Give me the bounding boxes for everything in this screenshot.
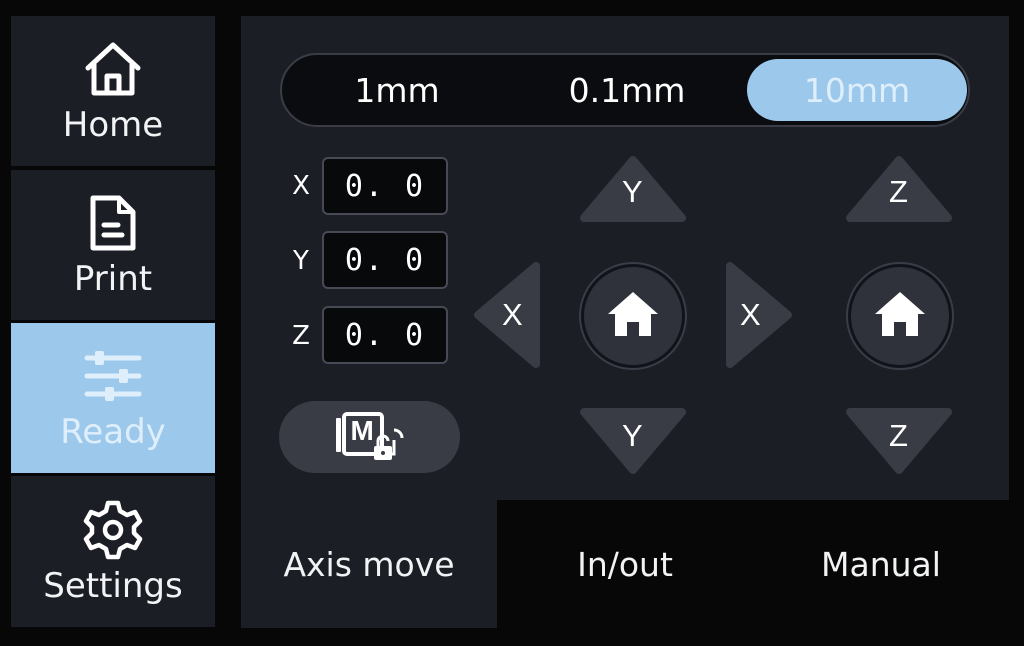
jog-y-minus-label: Y — [622, 418, 643, 453]
sidebar-item-label: Print — [73, 259, 153, 299]
coord-value-z: 0. 0 — [322, 306, 448, 364]
step-size-selector: 1mm 0.1mm 10mm — [280, 53, 970, 127]
sidebar-item-print[interactable]: Print — [11, 170, 215, 320]
gear-icon — [81, 498, 145, 562]
sidebar-item-settings[interactable]: Settings — [11, 476, 215, 627]
tab-in-out[interactable]: In/out — [497, 500, 753, 628]
sidebar-item-home[interactable]: Home — [11, 16, 215, 166]
sliders-icon — [81, 344, 145, 408]
tab-manual[interactable]: Manual — [753, 500, 1009, 628]
motor-unlock-icon: M — [334, 410, 406, 464]
tab-axis-move[interactable]: Axis move — [241, 500, 497, 628]
jog-x-minus-button[interactable]: X — [474, 262, 540, 368]
jog-z-minus-label: Z — [889, 418, 908, 453]
home-z-button[interactable] — [848, 264, 952, 368]
jog-x-plus-label: X — [740, 297, 761, 332]
jog-z-plus-button[interactable]: Z — [846, 156, 952, 222]
jog-x-minus-label: X — [502, 297, 523, 332]
jog-y-plus-button[interactable]: Y — [580, 156, 686, 222]
home-icon — [606, 290, 660, 342]
motor-unlock-button[interactable]: M — [279, 401, 460, 473]
home-icon — [873, 290, 927, 342]
coord-label-x: X — [292, 171, 310, 201]
jog-y-minus-button[interactable]: Y — [580, 408, 686, 474]
jog-x-plus-button[interactable]: X — [726, 262, 792, 368]
motor-unlock-glyph: M — [350, 415, 374, 446]
coord-value-x: 0. 0 — [322, 157, 448, 215]
sidebar-item-label: Ready — [60, 412, 166, 452]
file-icon — [81, 191, 145, 255]
step-option-10mm[interactable]: 10mm — [747, 59, 967, 121]
home-icon — [81, 37, 145, 101]
coord-value-y: 0. 0 — [322, 231, 448, 289]
sidebar-item-ready[interactable]: Ready — [11, 323, 215, 473]
jog-z-plus-label: Z — [889, 174, 908, 209]
step-option-1mm[interactable]: 1mm — [302, 55, 492, 125]
jog-y-plus-label: Y — [622, 174, 643, 209]
coord-label-y: Y — [293, 246, 309, 276]
sidebar-item-label: Home — [62, 105, 164, 145]
home-xy-button[interactable] — [581, 264, 685, 368]
step-option-0.1mm[interactable]: 0.1mm — [527, 55, 727, 125]
sidebar-item-label: Settings — [43, 565, 183, 606]
jog-z-minus-button[interactable]: Z — [846, 408, 952, 474]
coord-label-z: Z — [292, 321, 310, 351]
